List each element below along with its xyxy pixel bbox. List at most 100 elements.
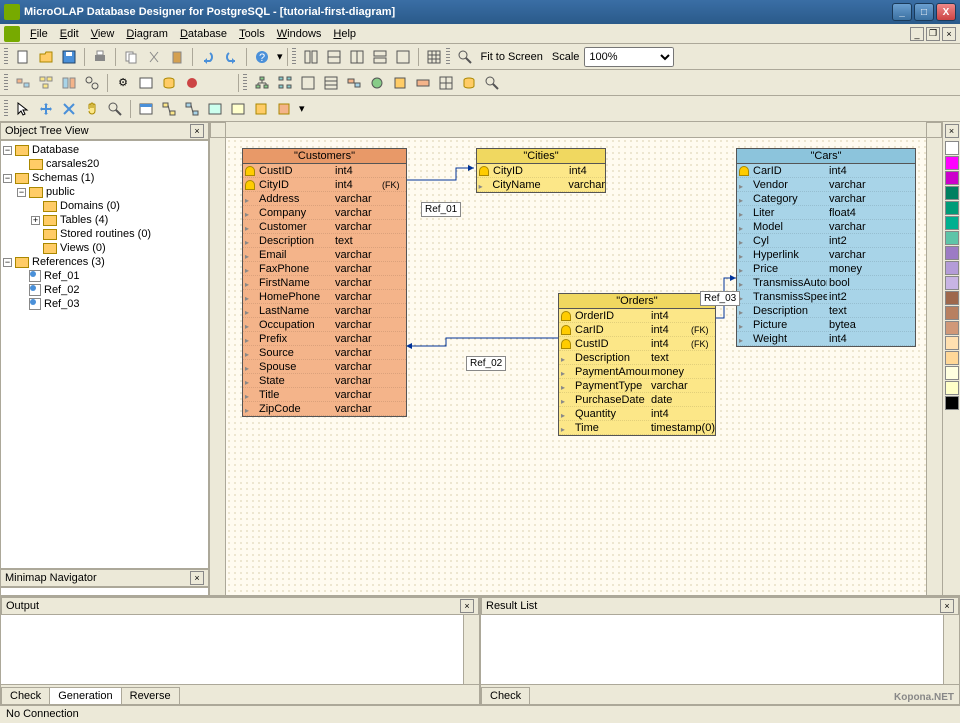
table-row[interactable]: Companyvarchar [243, 206, 406, 220]
table-row[interactable]: Pricemoney [737, 262, 915, 276]
table-row[interactable]: Descriptiontext [737, 304, 915, 318]
close-button[interactable]: X [936, 3, 956, 21]
table-row[interactable]: Addressvarchar [243, 192, 406, 206]
menu-edit[interactable]: Edit [54, 26, 85, 42]
menu-database[interactable]: Database [174, 26, 233, 42]
view-tool[interactable] [204, 98, 226, 120]
color-swatch[interactable] [945, 156, 959, 170]
menu-help[interactable]: Help [327, 26, 362, 42]
tab-check[interactable]: Check [1, 687, 50, 704]
help-button[interactable]: ? [251, 46, 273, 68]
copy-button[interactable] [120, 46, 142, 68]
minimap-close-button[interactable]: × [190, 571, 204, 585]
tab-generation[interactable]: Generation [49, 687, 121, 704]
table-row[interactable]: Titlevarchar [243, 388, 406, 402]
color-swatch[interactable] [945, 186, 959, 200]
color-swatch[interactable] [945, 261, 959, 275]
zoom-tool[interactable] [104, 98, 126, 120]
table-row[interactable]: Descriptiontext [559, 351, 715, 365]
toolbar-grip[interactable] [4, 48, 8, 66]
mdi-close-button[interactable]: × [942, 27, 956, 41]
table-customers[interactable]: "Customers" CustIDint4CityIDint4(FK)Addr… [242, 148, 407, 417]
print-button[interactable] [89, 46, 111, 68]
table-row[interactable]: Cylint2 [737, 234, 915, 248]
maximize-button[interactable]: □ [914, 3, 934, 21]
color-swatch[interactable] [945, 291, 959, 305]
color-swatch[interactable] [945, 201, 959, 215]
table-row[interactable]: Prefixvarchar [243, 332, 406, 346]
tool-misc[interactable] [273, 98, 295, 120]
table-cities[interactable]: "Cities" CityIDint4CityNamevarchar [476, 148, 606, 193]
table-row[interactable]: CustIDint4(FK) [559, 337, 715, 351]
undo-button[interactable] [197, 46, 219, 68]
table-row[interactable]: PaymentAmountmoney [559, 365, 715, 379]
table-row[interactable]: Statevarchar [243, 374, 406, 388]
layout-btn-4[interactable] [320, 72, 342, 94]
palette-close-button[interactable]: × [945, 124, 959, 138]
table-row[interactable]: Sourcevarchar [243, 346, 406, 360]
relation-tool-2[interactable] [181, 98, 203, 120]
mdi-restore-button[interactable]: ❐ [926, 27, 940, 41]
color-swatch[interactable] [945, 321, 959, 335]
table-tool[interactable] [135, 98, 157, 120]
layout-btn-9[interactable] [435, 72, 457, 94]
pointer-tool[interactable] [12, 98, 34, 120]
table-row[interactable]: CarIDint4(FK) [559, 323, 715, 337]
color-swatch[interactable] [945, 141, 959, 155]
zoom-tool-button[interactable] [454, 46, 476, 68]
table-row[interactable]: LastNamevarchar [243, 304, 406, 318]
table-row[interactable]: Emailvarchar [243, 248, 406, 262]
layout-btn-1[interactable] [251, 72, 273, 94]
table-row[interactable]: CityNamevarchar [477, 178, 605, 192]
color-swatch[interactable] [945, 276, 959, 290]
move-tool[interactable] [35, 98, 57, 120]
table-row[interactable]: OrderIDint4 [559, 309, 715, 323]
object-tree[interactable]: −Database carsales20 −Schemas (1) −publi… [0, 140, 209, 569]
table-row[interactable]: Picturebytea [737, 318, 915, 332]
redo-button[interactable] [220, 46, 242, 68]
color-swatch[interactable] [945, 351, 959, 365]
delete-tool[interactable] [58, 98, 80, 120]
ref-label-2[interactable]: Ref_02 [466, 356, 506, 371]
table-row[interactable]: Customervarchar [243, 220, 406, 234]
db-btn-6[interactable] [158, 72, 180, 94]
layout-btn-3[interactable] [297, 72, 319, 94]
color-swatch[interactable] [945, 381, 959, 395]
toolbar-grip[interactable] [4, 74, 8, 92]
color-swatch[interactable] [945, 231, 959, 245]
scrollbar-vertical[interactable] [926, 138, 942, 663]
hand-tool[interactable] [81, 98, 103, 120]
cut-button[interactable] [143, 46, 165, 68]
table-row[interactable]: CustIDint4 [243, 164, 406, 178]
table-row[interactable]: CarIDint4 [737, 164, 915, 178]
table-row[interactable]: FirstNamevarchar [243, 276, 406, 290]
layout-btn-5[interactable] [343, 72, 365, 94]
toolbar-grip[interactable] [4, 100, 8, 118]
menu-view[interactable]: View [85, 26, 121, 42]
color-swatch[interactable] [945, 306, 959, 320]
layout-btn-7[interactable] [389, 72, 411, 94]
scrollbar-vertical[interactable] [943, 615, 959, 684]
table-row[interactable]: Spousevarchar [243, 360, 406, 374]
color-swatch[interactable] [945, 396, 959, 410]
table-row[interactable]: PaymentTypevarchar [559, 379, 715, 393]
minimize-button[interactable]: _ [892, 3, 912, 21]
table-row[interactable]: Vendorvarchar [737, 178, 915, 192]
layout-btn-8[interactable] [412, 72, 434, 94]
db-btn-2[interactable] [35, 72, 57, 94]
table-row[interactable]: FaxPhonevarchar [243, 262, 406, 276]
paste-button[interactable] [166, 46, 188, 68]
table-cars[interactable]: "Cars" CarIDint4VendorvarcharCategoryvar… [736, 148, 916, 347]
table-row[interactable]: Hyperlinkvarchar [737, 248, 915, 262]
scrollbar-vertical[interactable] [463, 615, 479, 684]
table-row[interactable]: ZipCodevarchar [243, 402, 406, 416]
view-button-2[interactable] [323, 46, 345, 68]
table-row[interactable]: Occupationvarchar [243, 318, 406, 332]
note-tool[interactable] [227, 98, 249, 120]
table-row[interactable]: Weightint4 [737, 332, 915, 346]
open-button[interactable] [35, 46, 57, 68]
table-orders[interactable]: "Orders" OrderIDint4CarIDint4(FK)CustIDi… [558, 293, 716, 436]
toolbar-grip[interactable] [243, 74, 247, 92]
db-btn-7[interactable] [181, 72, 203, 94]
mdi-minimize-button[interactable]: _ [910, 27, 924, 41]
